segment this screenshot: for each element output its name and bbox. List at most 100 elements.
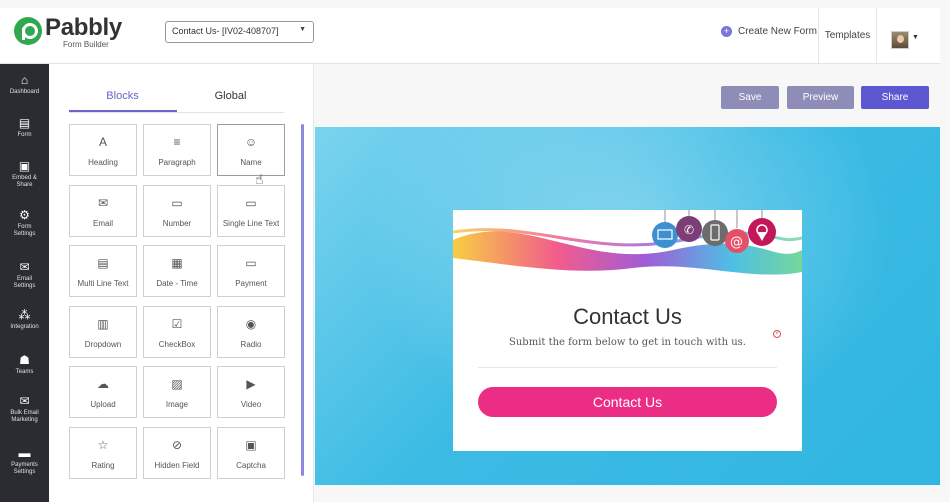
svg-text:@: @ xyxy=(730,235,743,250)
block-image[interactable]: ▨ Image xyxy=(143,366,211,418)
block-upload[interactable]: ☁ Upload xyxy=(69,366,137,418)
svg-text:✆: ✆ xyxy=(684,223,694,237)
panel-scrollbar[interactable] xyxy=(301,124,304,476)
block-payment[interactable]: ▭ Payment xyxy=(217,245,285,297)
block-label: Image xyxy=(165,400,189,409)
single-line-text-icon: ▭ xyxy=(245,196,257,210)
block-label: Name xyxy=(240,158,262,167)
sidebar-item-label: Integration xyxy=(10,324,39,330)
block-checkbox[interactable]: ☑ CheckBox xyxy=(143,306,211,358)
block-name[interactable]: ☺ Name xyxy=(217,124,285,176)
envelope-icon: ✉ xyxy=(19,260,30,274)
form-selector-value: Contact Us- [IV02-408707] xyxy=(172,26,279,36)
star-icon: ☆ xyxy=(97,438,109,452)
block-hidden-field[interactable]: ⊘ Hidden Field xyxy=(143,427,211,479)
image-icon: ▨ xyxy=(171,377,183,391)
account-dropdown-icon[interactable]: ▼ xyxy=(912,34,919,41)
block-radio[interactable]: ◉ Radio xyxy=(217,306,285,358)
logo[interactable]: Pabbly Form Builder xyxy=(14,16,122,49)
sidebar: ⌂ Dashboard ▤ Form ▣ Embed & Share ⚙ For… xyxy=(0,64,49,502)
sidebar-item-dashboard[interactable]: ⌂ Dashboard xyxy=(0,74,49,96)
chevron-down-icon: ▼ xyxy=(299,26,306,33)
user-icon: ☺ xyxy=(244,135,258,149)
submit-button[interactable]: Contact Us xyxy=(478,387,777,417)
teams-icon: ☗ xyxy=(19,353,30,367)
checkbox-icon: ☑ xyxy=(171,317,183,331)
block-paragraph[interactable]: ≡ Paragraph xyxy=(143,124,211,176)
sidebar-item-bulk-email[interactable]: ✉ Bulk Email Marketing xyxy=(0,395,49,424)
gear-icon: ⚙ xyxy=(19,208,30,222)
radio-icon: ◉ xyxy=(245,317,257,331)
active-tab-indicator xyxy=(69,110,177,112)
logo-mark-icon xyxy=(14,17,42,45)
preview-button[interactable]: Preview xyxy=(787,86,854,109)
payments-icon: ▬ xyxy=(18,446,31,460)
block-label: Dropdown xyxy=(84,340,122,349)
sidebar-item-payments-settings[interactable]: ▬ Payments Settings xyxy=(0,447,49,476)
block-label: Radio xyxy=(240,340,262,349)
save-button[interactable]: Save xyxy=(721,86,779,109)
block-rating[interactable]: ☆ Rating xyxy=(69,427,137,479)
block-video[interactable]: ▶ Video xyxy=(217,366,285,418)
home-icon: ⌂ xyxy=(20,73,29,87)
avatar[interactable] xyxy=(891,31,909,49)
share-button[interactable]: Share xyxy=(861,86,929,109)
create-new-form-label: Create New Form xyxy=(738,26,817,37)
app-root: Pabbly Form Builder Contact Us- [IV02-40… xyxy=(0,0,950,502)
sidebar-item-teams[interactable]: ☗ Teams xyxy=(0,354,49,376)
calendar-icon: ▦ xyxy=(171,256,183,270)
number-icon: ▭ xyxy=(171,196,183,210)
close-icon[interactable]: × xyxy=(773,330,781,338)
block-single-line-text[interactable]: ▭ Single Line Text xyxy=(217,185,285,237)
block-label: Payment xyxy=(235,279,267,288)
video-icon: ▶ xyxy=(246,377,256,391)
sidebar-item-embed-share[interactable]: ▣ Embed & Share xyxy=(0,160,49,189)
sidebar-item-label: Teams xyxy=(15,369,34,375)
block-date-time[interactable]: ▦ Date - Time xyxy=(143,245,211,297)
sidebar-item-label: Form xyxy=(17,132,32,138)
sidebar-item-label: Form Settings xyxy=(13,224,36,237)
form-preview-card[interactable]: ✆ @ Contact Us Submit the form below to … xyxy=(453,210,802,451)
bulk-email-icon: ✉ xyxy=(19,394,30,408)
block-number[interactable]: ▭ Number xyxy=(143,185,211,237)
form-subtitle: Submit the form below to get in touch wi… xyxy=(509,337,746,348)
block-label: Multi Line Text xyxy=(77,279,129,288)
block-label: Date - Time xyxy=(156,279,198,288)
block-captcha[interactable]: ▣ Captcha xyxy=(217,427,285,479)
create-new-form-button[interactable]: + Create New Form xyxy=(721,26,817,37)
tab-global[interactable]: Global xyxy=(177,90,284,102)
multi-line-text-icon: ▤ xyxy=(97,256,109,270)
form-selector[interactable]: Contact Us- [IV02-408707] ▼ xyxy=(165,21,314,43)
form-banner-image: ✆ @ xyxy=(453,210,802,282)
sidebar-item-email-settings[interactable]: ✉ Email Settings xyxy=(0,261,49,290)
block-label: CheckBox xyxy=(158,340,196,349)
block-heading[interactable]: A Heading xyxy=(69,124,137,176)
block-multi-line-text[interactable]: ▤ Multi Line Text xyxy=(69,245,137,297)
sidebar-item-integration[interactable]: ⁂ Integration xyxy=(0,309,49,331)
block-label: Heading xyxy=(88,158,118,167)
captcha-icon: ▣ xyxy=(245,438,257,452)
sidebar-item-form-settings[interactable]: ⚙ Form Settings xyxy=(0,209,49,238)
block-label: Upload xyxy=(90,400,116,409)
block-label: Rating xyxy=(91,461,115,470)
form-divider xyxy=(478,367,777,368)
templates-link[interactable]: Templates xyxy=(818,8,877,64)
block-label: Hidden Field xyxy=(154,461,200,470)
plus-icon: + xyxy=(721,26,732,37)
block-email[interactable]: ✉ Email xyxy=(69,185,137,237)
tab-blocks[interactable]: Blocks xyxy=(69,90,176,102)
logo-subtitle: Form Builder xyxy=(63,40,109,49)
block-label: Email xyxy=(92,219,113,228)
eye-slash-icon: ⊘ xyxy=(171,438,183,452)
sidebar-item-label: Dashboard xyxy=(9,89,40,95)
envelope-icon: ✉ xyxy=(97,196,109,210)
block-label: Captcha xyxy=(236,461,266,470)
sidebar-item-form[interactable]: ▤ Form xyxy=(0,117,49,139)
form-title: Contact Us xyxy=(573,304,682,329)
panel-tabs: Blocks Global xyxy=(69,82,284,113)
integration-icon: ⁂ xyxy=(18,308,31,322)
block-label: Video xyxy=(240,400,262,409)
sidebar-item-label: Payments Settings xyxy=(11,462,38,475)
block-dropdown[interactable]: ▥ Dropdown xyxy=(69,306,137,358)
payment-icon: ▭ xyxy=(245,256,257,270)
